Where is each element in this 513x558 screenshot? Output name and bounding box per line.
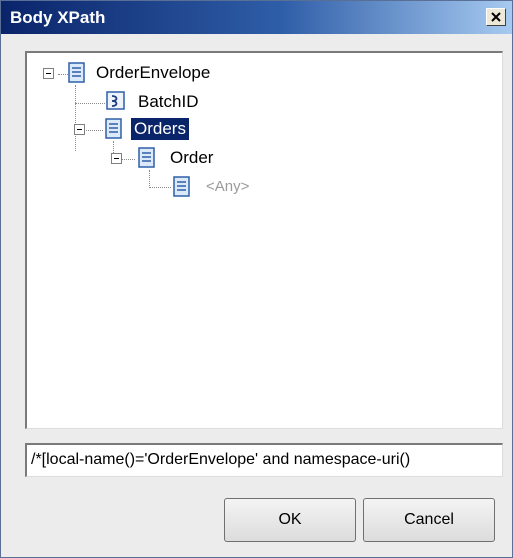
title-bar[interactable]: Body XPath <box>1 1 512 34</box>
tree-node-any[interactable]: <Any> <box>203 175 252 199</box>
cancel-button[interactable]: Cancel <box>363 498 495 542</box>
tree-connector <box>58 74 68 75</box>
schema-node-icon <box>68 62 85 83</box>
collapse-toggle[interactable] <box>43 68 54 79</box>
close-button[interactable] <box>486 8 506 26</box>
body-xpath-dialog: Body XPath OrderEnvelope BatchID Orders … <box>0 0 513 558</box>
tree-connector <box>75 85 76 151</box>
tree-node-orderenvelope[interactable]: OrderEnvelope <box>93 61 213 85</box>
tree-connector <box>122 159 135 160</box>
tree-node-orders[interactable]: Orders <box>131 117 189 141</box>
schema-node-icon <box>138 147 155 168</box>
xpath-input[interactable]: /*[local-name()='OrderEnvelope' and name… <box>25 443 503 477</box>
tree-node-batchid[interactable]: BatchID <box>135 90 201 114</box>
field-element-icon <box>106 91 125 110</box>
schema-tree[interactable]: OrderEnvelope BatchID Orders Order <Any> <box>25 51 503 429</box>
schema-node-icon <box>105 118 122 139</box>
tree-node-order[interactable]: Order <box>167 146 216 170</box>
tree-connector <box>149 170 150 188</box>
collapse-toggle[interactable] <box>74 124 85 135</box>
close-icon <box>491 12 501 22</box>
tree-connector <box>75 103 105 104</box>
xpath-value: /*[local-name()='OrderEnvelope' and name… <box>31 451 411 468</box>
dialog-title: Body XPath <box>10 8 106 27</box>
tree-connector <box>149 187 171 188</box>
tree-node-label: Order <box>170 148 214 167</box>
ok-button[interactable]: OK <box>224 498 356 542</box>
tree-connector <box>83 130 103 131</box>
schema-node-icon <box>173 176 190 197</box>
tree-node-label: <Any> <box>206 178 250 195</box>
tree-node-label: OrderEnvelope <box>96 63 211 82</box>
collapse-toggle[interactable] <box>111 153 122 164</box>
tree-node-label: BatchID <box>138 92 199 111</box>
tree-node-label: Orders <box>131 118 189 140</box>
